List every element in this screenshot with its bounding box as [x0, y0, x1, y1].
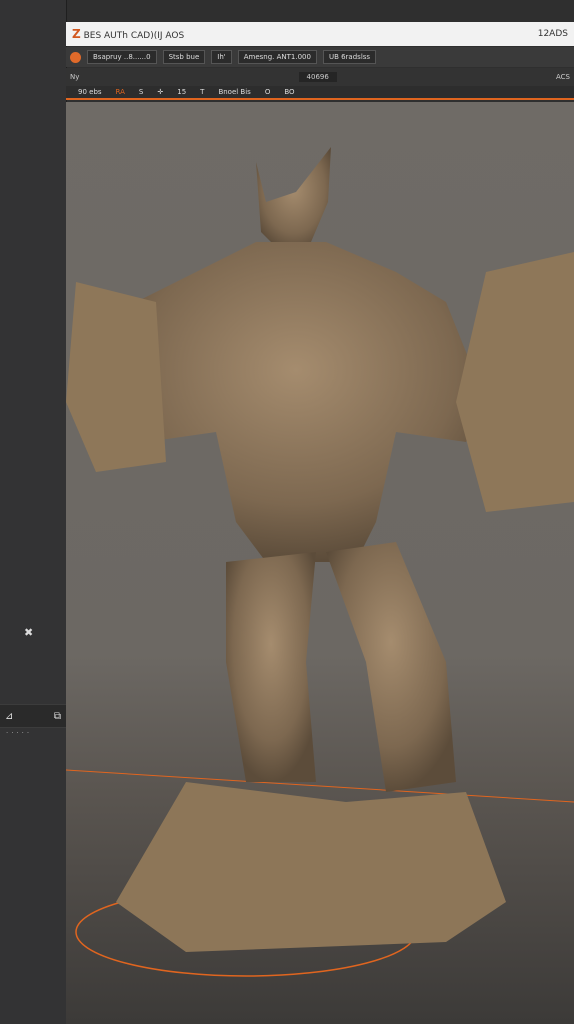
- tool-strip-item-7[interactable]: O: [265, 88, 271, 96]
- close-icon[interactable]: ✖: [24, 626, 33, 639]
- main-toolbar: Bsapruy ..8......0 Stsb bue Ih' Amesng. …: [66, 47, 574, 67]
- title-right-label: 12ADS: [537, 29, 568, 39]
- title-bar: Z BES AUTh CAD)(IJ AOS 12ADS: [66, 22, 574, 46]
- tool-strip: 90 ebs RA S ✛ 15 T Bnoel Bis O BO: [66, 86, 574, 100]
- left-panel: ✖ ⊿ ⧉ ·····: [0, 0, 67, 1024]
- panel-grip[interactable]: ·····: [6, 729, 32, 737]
- left-tool-row: ⊿ ⧉: [0, 704, 66, 728]
- toolbar-button-4[interactable]: Amesng. ANT1.000: [237, 50, 317, 64]
- toolbar2-right[interactable]: ACS: [556, 73, 570, 81]
- tool-strip-item-0[interactable]: 90 ebs: [78, 88, 102, 96]
- tool-strip-item-6[interactable]: Bnoel Bis: [218, 88, 250, 96]
- toolbar-button-3[interactable]: Ih': [211, 50, 232, 64]
- tool-strip-item-8[interactable]: BO: [284, 88, 294, 96]
- toolbar-button-2[interactable]: Stsb bue: [162, 50, 206, 64]
- toolbar-button-5[interactable]: UB 6radslss: [322, 50, 377, 64]
- toolbar-button-1[interactable]: Bsapruy ..8......0: [87, 50, 157, 64]
- 3d-viewport[interactable]: [66, 102, 574, 1024]
- tool-strip-item-5[interactable]: T: [200, 88, 204, 96]
- brush-tool-icon[interactable]: ⊿: [5, 711, 13, 722]
- secondary-toolbar: Ny 40696 ACS: [66, 68, 574, 86]
- app-title: Z BES AUTh CAD)(IJ AOS: [72, 27, 185, 41]
- zoom-readout[interactable]: 40696: [298, 72, 337, 82]
- stack-tool-icon[interactable]: ⧉: [54, 711, 61, 722]
- tool-strip-item-2[interactable]: S: [139, 88, 143, 96]
- toolbar2-left[interactable]: Ny: [70, 73, 79, 81]
- tool-strip-item-4[interactable]: 15: [177, 88, 186, 96]
- tool-strip-item-3[interactable]: ✛: [157, 88, 163, 96]
- sculpt-model: [66, 147, 574, 977]
- tool-strip-item-1[interactable]: RA: [116, 88, 125, 96]
- app-orb-icon[interactable]: [70, 51, 81, 63]
